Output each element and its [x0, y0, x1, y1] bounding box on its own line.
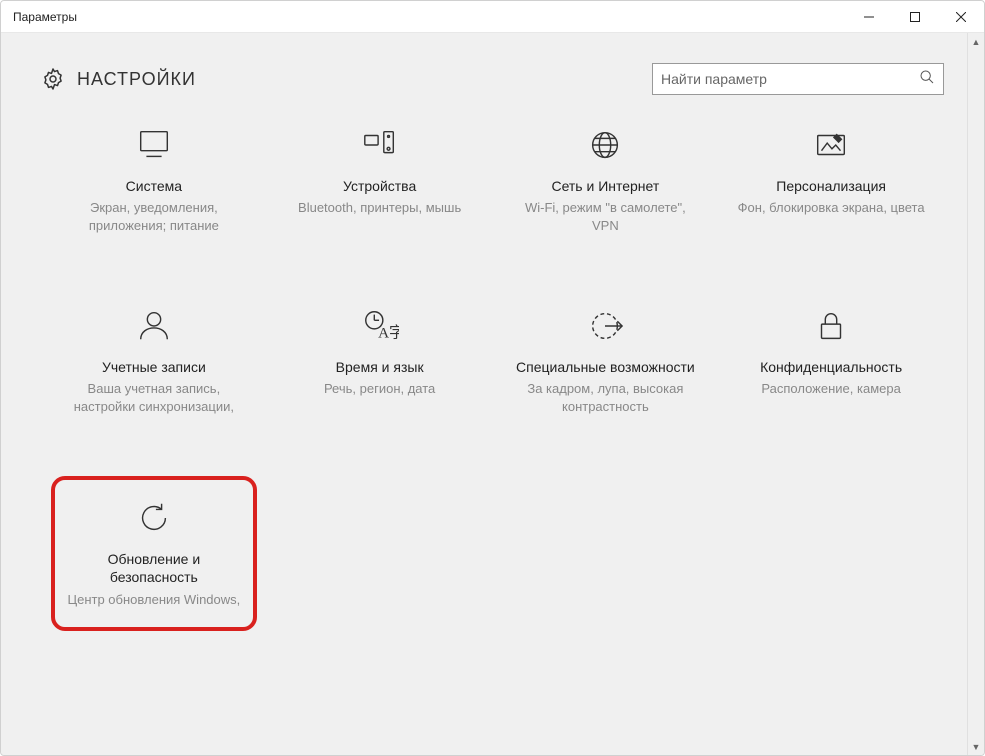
tile-system[interactable]: Система Экран, уведомления, приложения; … — [51, 115, 257, 246]
ease-icon — [585, 306, 625, 346]
tile-title: Время и язык — [336, 358, 424, 376]
globe-icon — [585, 125, 625, 165]
tile-desc: Экран, уведомления, приложения; питание — [59, 199, 249, 235]
header-row: НАСТРОЙКИ — [41, 63, 944, 95]
svg-text:A字: A字 — [378, 324, 399, 341]
tile-desc: За кадром, лупа, высокая контрастность — [511, 380, 701, 416]
minimize-button[interactable] — [846, 1, 892, 32]
time-language-icon: A字 — [360, 306, 400, 346]
person-icon — [134, 306, 174, 346]
tile-desc: Bluetooth, принтеры, мышь — [298, 199, 461, 217]
window-controls — [846, 1, 984, 32]
page-title: НАСТРОЙКИ — [77, 69, 196, 90]
tile-privacy[interactable]: Конфиденциальность Расположение, камера — [728, 296, 934, 427]
tile-personalization[interactable]: Персонализация Фон, блокировка экрана, ц… — [728, 115, 934, 246]
gear-icon — [41, 67, 65, 91]
search-box[interactable] — [652, 63, 944, 95]
search-input[interactable] — [661, 71, 911, 87]
lock-icon — [811, 306, 851, 346]
window-title: Параметры — [13, 10, 77, 24]
tile-update-security[interactable]: Обновление и безопасность Центр обновлен… — [51, 476, 257, 631]
tile-title: Обновление и безопасность — [63, 550, 245, 586]
update-icon — [134, 498, 174, 538]
tile-ease-of-access[interactable]: Специальные возможности За кадром, лупа,… — [503, 296, 709, 427]
tile-accounts[interactable]: Учетные записи Ваша учетная запись, наст… — [51, 296, 257, 427]
tile-time-language[interactable]: A字 Время и язык Речь, регион, дата — [277, 296, 483, 427]
search-icon — [919, 69, 935, 90]
settings-grid: Система Экран, уведомления, приложения; … — [41, 115, 944, 631]
tile-title: Специальные возможности — [516, 358, 695, 376]
maximize-button[interactable] — [892, 1, 938, 32]
display-icon — [134, 125, 174, 165]
tile-desc: Речь, регион, дата — [324, 380, 435, 398]
devices-icon — [360, 125, 400, 165]
tile-desc: Фон, блокировка экрана, цвета — [738, 199, 925, 217]
scrollbar[interactable]: ▲ ▼ — [967, 33, 984, 755]
paint-icon — [811, 125, 851, 165]
tile-desc: Центр обновления Windows, — [67, 591, 240, 609]
settings-window: Параметры НАСТРОЙКИ — [0, 0, 985, 756]
tile-title: Устройства — [343, 177, 416, 195]
tile-desc: Ваша учетная запись, настройки синхрониз… — [59, 380, 249, 416]
tile-title: Сеть и Интернет — [551, 177, 659, 195]
tile-desc: Расположение, камера — [761, 380, 900, 398]
tile-title: Конфиденциальность — [760, 358, 902, 376]
tile-network[interactable]: Сеть и Интернет Wi-Fi, режим "в самолете… — [503, 115, 709, 246]
tile-desc: Wi-Fi, режим "в самолете", VPN — [511, 199, 701, 235]
scroll-down-arrow[interactable]: ▼ — [968, 738, 984, 755]
tile-title: Система — [126, 177, 182, 195]
header-left: НАСТРОЙКИ — [41, 67, 196, 91]
tile-title: Учетные записи — [102, 358, 206, 376]
close-button[interactable] — [938, 1, 984, 32]
tile-devices[interactable]: Устройства Bluetooth, принтеры, мышь — [277, 115, 483, 246]
titlebar: Параметры — [1, 1, 984, 33]
tile-title: Персонализация — [776, 177, 886, 195]
content-area: НАСТРОЙКИ Система Экран, уведомления, пр… — [1, 33, 984, 755]
scroll-up-arrow[interactable]: ▲ — [968, 33, 984, 50]
